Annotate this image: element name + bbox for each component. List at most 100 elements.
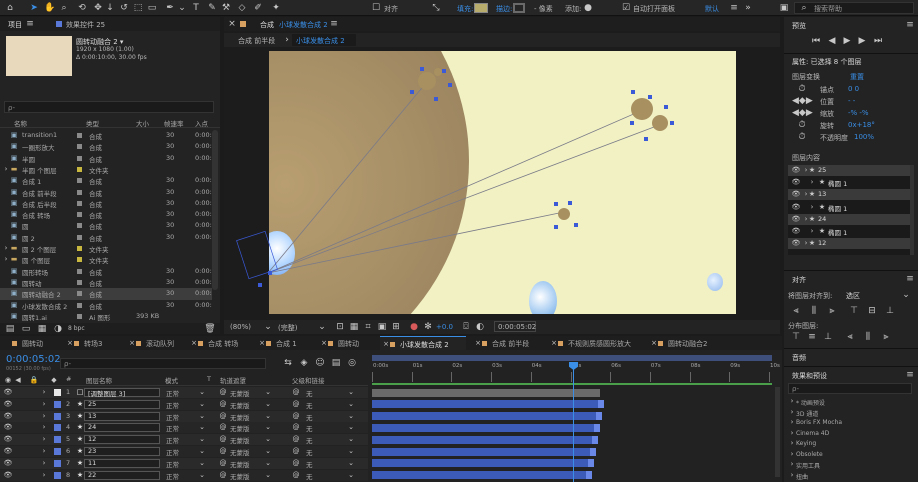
list-item[interactable]: ▣ transition1 合成 30 0:00:: [0, 130, 212, 142]
chevron-down-icon[interactable]: ⌄: [316, 321, 328, 333]
layer-matte[interactable]: 无蒙版: [230, 447, 250, 457]
chevron-down-icon[interactable]: ⌄: [196, 445, 208, 457]
breadcrumb-item-2[interactable]: 小球发散合成 2: [296, 36, 345, 46]
list-item[interactable]: ▬ › 圆 个图层 文件夹: [0, 254, 212, 266]
next-frame-icon[interactable]: ▶: [856, 35, 868, 47]
checkbox-checked-icon[interactable]: ☑: [620, 2, 632, 14]
position-value[interactable]: - -: [848, 97, 855, 105]
stroke-label[interactable]: 描边:: [496, 4, 512, 14]
help-search-field[interactable]: [794, 2, 914, 14]
col-fps[interactable]: 帧速率: [164, 118, 184, 128]
chevron-down-icon[interactable]: ⌄: [262, 457, 274, 469]
project-scrollbar[interactable]: [212, 130, 218, 290]
timeline-tab[interactable]: × 合成 1: [256, 336, 312, 350]
align-hcenter-icon[interactable]: ⫼: [808, 305, 820, 317]
chevron-right-icon[interactable]: »: [742, 2, 754, 14]
list-item[interactable]: ▬ › 圆 2 个图层 文件夹: [0, 243, 212, 255]
playhead-line[interactable]: [573, 362, 574, 482]
effects-title[interactable]: 效果和预设: [792, 371, 827, 381]
layer-mode[interactable]: 正常: [166, 423, 179, 433]
stopwatch-icon[interactable]: ⏱: [796, 119, 808, 131]
list-item[interactable]: ▣ 圆转1.ai Ai 图形 393 KB: [0, 311, 212, 323]
brush-tool-icon[interactable]: ✎: [206, 2, 218, 14]
content-item[interactable]: 👁 › ★ 椭圆 1: [788, 201, 910, 213]
eraser-tool-icon[interactable]: ◇: [236, 2, 248, 14]
layer-parent[interactable]: 无: [306, 447, 313, 457]
chevron-right-icon[interactable]: ›: [0, 253, 12, 265]
layer-matte[interactable]: 无蒙版: [230, 471, 250, 481]
distribute-right-icon[interactable]: ⫸: [880, 331, 892, 343]
dolly-tool-icon[interactable]: ↓: [104, 2, 116, 14]
list-item[interactable]: ▣ 合成 前半段 合成 30 0:00:: [0, 187, 212, 199]
eye-icon[interactable]: 👁: [2, 433, 14, 445]
table-row[interactable]: 👁 › 6 ★ 23 正常 ⌄ @ 无蒙版 ⌄ @ 无 ⌄: [0, 446, 368, 457]
selection-tool-icon[interactable]: ➤: [28, 2, 40, 14]
panel-menu-icon[interactable]: ≡: [904, 19, 916, 31]
chevron-down-icon[interactable]: ⌄: [262, 421, 274, 433]
bpc-label[interactable]: 8 bpc: [68, 325, 85, 332]
col-t[interactable]: T: [207, 375, 211, 383]
scale-value[interactable]: -% -%: [848, 109, 869, 117]
layer-matte[interactable]: 无蒙版: [230, 400, 250, 410]
layer-parent[interactable]: 无: [306, 435, 313, 445]
layer-bar[interactable]: [372, 423, 594, 432]
chevron-right-icon[interactable]: ›: [38, 410, 50, 422]
content-item[interactable]: 👁 › ★ 椭圆 1: [788, 177, 910, 189]
chevron-down-icon[interactable]: ⌄: [196, 457, 208, 469]
color-icon[interactable]: ◑: [52, 323, 64, 335]
matte-icon[interactable]: @: [217, 410, 229, 422]
layer-parent[interactable]: 无: [306, 423, 313, 433]
chevron-down-icon[interactable]: ⌄: [262, 469, 274, 481]
chevron-right-icon[interactable]: ›: [38, 457, 50, 469]
rotation-value[interactable]: 0x+18°: [848, 121, 875, 129]
roto-brush-icon[interactable]: ✐: [252, 2, 264, 14]
timeline-scrollbar[interactable]: [775, 387, 780, 477]
layer-parent[interactable]: 无: [306, 388, 313, 398]
chevron-down-icon[interactable]: ⌄: [262, 433, 274, 445]
pickwhip-icon[interactable]: @: [290, 386, 302, 398]
close-icon[interactable]: ×: [226, 18, 238, 30]
layer-name[interactable]: [调整图层 3]: [88, 388, 125, 398]
label-color[interactable]: [54, 436, 61, 444]
shy-icon[interactable]: ☺: [314, 357, 326, 369]
chevron-down-icon[interactable]: ⌄: [345, 445, 357, 457]
keyframe-nav-icon[interactable]: ◀◆▶: [792, 95, 813, 107]
exposure-value[interactable]: +0.0: [436, 323, 453, 331]
chevron-right-icon[interactable]: ›: [38, 386, 50, 398]
matte-icon[interactable]: @: [217, 398, 229, 410]
new-folder-icon[interactable]: ▭: [20, 323, 32, 335]
label-color[interactable]: [54, 471, 61, 479]
layer-bar-tail[interactable]: [590, 447, 596, 456]
timeline-tab[interactable]: × 合成 前半段: [472, 336, 542, 350]
layer-matte[interactable]: 无蒙版: [230, 435, 250, 445]
list-item[interactable]: ▣ 合成 转场 合成 30 0:00:: [0, 209, 212, 221]
table-row[interactable]: 👁 › 2 ★ 25 正常 ⌄ @ 无蒙版 ⌄ @ 无 ⌄: [0, 398, 368, 410]
draft-3d-icon[interactable]: ◈: [298, 357, 310, 369]
col-in[interactable]: 入点: [195, 118, 208, 128]
timeline-tab[interactable]: 圆转动: [2, 336, 58, 350]
pickwhip-icon[interactable]: @: [290, 398, 302, 410]
chevron-down-icon[interactable]: ⌄: [345, 433, 357, 445]
table-row[interactable]: 👁 › 3 ★ 13 正常 ⌄ @ 无蒙版 ⌄ @ 无 ⌄: [0, 410, 368, 422]
layer-parent[interactable]: 无: [306, 471, 313, 481]
layer-parent[interactable]: 无: [306, 412, 313, 422]
timeline-tab[interactable]: × 圆转动: [318, 336, 374, 350]
label-color[interactable]: [54, 400, 61, 408]
label-color[interactable]: [54, 448, 61, 455]
eye-icon[interactable]: 👁: [2, 421, 14, 433]
type-tool-icon[interactable]: T: [190, 2, 202, 14]
layer-mode[interactable]: 正常: [166, 435, 179, 445]
timeline-search[interactable]: ρ-: [60, 358, 266, 369]
chevron-down-icon[interactable]: ⌄: [196, 469, 208, 481]
list-item[interactable]: ▣ 合成 后半段 合成 30 0:00:: [0, 198, 212, 210]
prev-frame-icon[interactable]: ◀: [826, 35, 838, 47]
matte-icon[interactable]: @: [217, 386, 229, 398]
play-icon[interactable]: ▶: [841, 35, 853, 47]
chevron-right-icon[interactable]: ›: [0, 163, 12, 175]
layer-mode[interactable]: 正常: [166, 400, 179, 410]
chevron-down-icon[interactable]: ⌄: [262, 386, 274, 398]
layer-bar-tail[interactable]: [588, 459, 594, 468]
layer-mode[interactable]: 正常: [166, 388, 179, 398]
timeline-tab[interactable]: × 圆转动融合2: [648, 336, 718, 350]
show-snapshot-icon[interactable]: ◐: [474, 321, 486, 333]
